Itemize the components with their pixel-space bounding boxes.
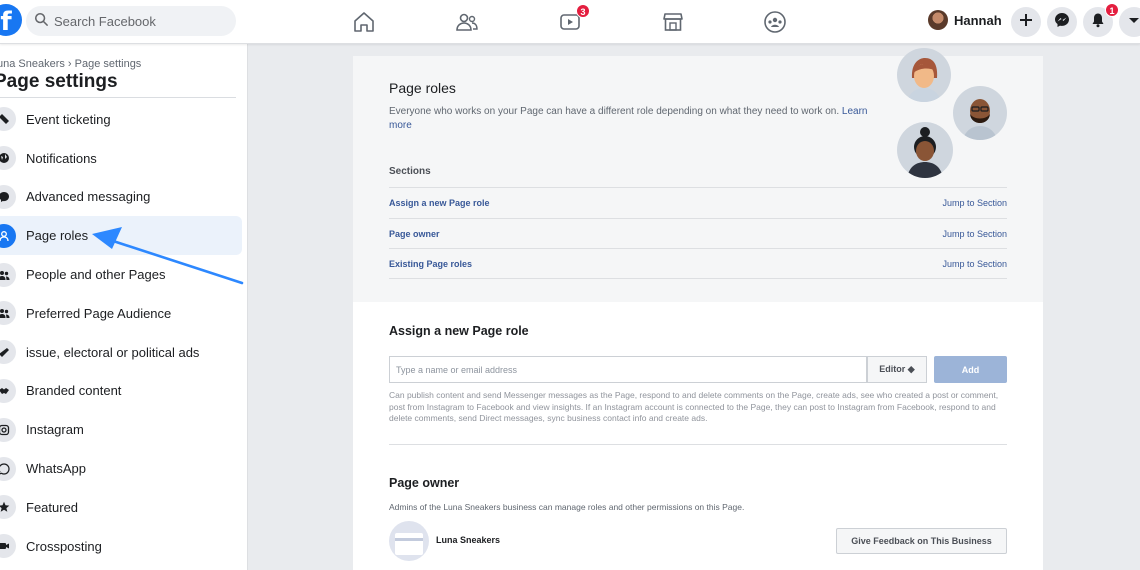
messenger-icon (1054, 12, 1070, 33)
jump-to-section-link[interactable]: Jump to Section (942, 229, 1007, 239)
annotation-arrow (92, 227, 244, 285)
whatsapp-icon (0, 456, 16, 481)
person-illustration-woman-bun (897, 122, 953, 178)
role-permissions-text: Can publish content and send Messenger m… (389, 390, 999, 423)
groups-icon[interactable] (763, 10, 787, 34)
name-or-email-input[interactable] (389, 356, 867, 383)
account-menu-button[interactable] (1119, 7, 1140, 37)
sidebar-item-label: WhatsApp (26, 461, 86, 477)
create-button[interactable] (1011, 7, 1041, 37)
section-divider (389, 444, 1007, 445)
section-link-row: Assign a new Page role Jump to Section (389, 187, 1007, 218)
video-icon (0, 534, 16, 559)
ticket-icon (0, 107, 16, 132)
page-owner-description: Admins of the Luna Sneakers business can… (389, 502, 745, 512)
page-owner-heading: Page owner (389, 476, 460, 490)
sidebar-item-label: Preferred Page Audience (26, 305, 172, 321)
give-feedback-button[interactable]: Give Feedback on This Business (836, 528, 1007, 554)
star-icon (0, 495, 16, 520)
people-icon (0, 262, 16, 287)
sidebar-item-label: Advanced messaging (26, 189, 151, 205)
sidebar-item-notifications[interactable]: Notifications (0, 139, 248, 178)
avatar (928, 10, 948, 30)
notifications-badge: 1 (1105, 3, 1119, 17)
section-link-page-owner[interactable]: Page owner (389, 229, 440, 239)
search-icon (34, 12, 48, 31)
sidebar-item-event-ticketing[interactable]: Event ticketing (0, 100, 248, 139)
marketplace-icon[interactable] (661, 10, 685, 34)
plus-icon (1018, 12, 1034, 33)
briefcase-icon (395, 533, 423, 555)
business-avatar (389, 521, 429, 561)
friends-icon[interactable] (455, 10, 479, 34)
section-title: Page roles (389, 80, 456, 96)
section-link-row: Page owner Jump to Section (389, 218, 1007, 249)
sidebar-item-featured[interactable]: Featured (0, 488, 248, 527)
assign-role-heading: Assign a new Page role (389, 324, 529, 338)
sidebar-item-whatsapp[interactable]: WhatsApp (0, 449, 248, 488)
jump-to-section-link[interactable]: Jump to Section (942, 259, 1007, 269)
sidebar-item-label: Instagram (26, 422, 84, 438)
instagram-icon (0, 417, 16, 442)
sidebar-item-label: Page roles (26, 228, 89, 244)
section-link-row: Existing Page roles Jump to Section (389, 248, 1007, 279)
sidebar-item-label: issue, electoral or political ads (26, 344, 200, 360)
page-title: Page settings (0, 71, 118, 92)
megaphone-icon (0, 340, 16, 365)
sidebar-item-advanced-messaging[interactable]: Advanced messaging (0, 178, 248, 217)
facebook-logo-icon[interactable]: f (0, 4, 22, 36)
messenger-button[interactable] (1047, 7, 1077, 37)
jump-to-section-link[interactable]: Jump to Section (942, 198, 1007, 208)
section-link-existing-roles[interactable]: Existing Page roles (389, 259, 472, 269)
sidebar-item-label: Crossposting (26, 538, 102, 554)
business-name[interactable]: Luna Sneakers (436, 535, 500, 545)
profile-name: Hannah (954, 12, 1002, 28)
role-dropdown[interactable]: Editor ◆ (867, 356, 927, 383)
sections-heading: Sections (389, 166, 431, 177)
sidebar-item-label: Event ticketing (26, 111, 111, 127)
profile-shortcut[interactable]: Hannah (928, 10, 1002, 30)
bell-icon (1090, 12, 1106, 33)
sidebar-item-preferred-page-audience[interactable]: Preferred Page Audience (0, 294, 248, 333)
top-navigation-bar: f 3 Hannah 1 (0, 0, 1140, 44)
settings-sidebar: una Sneakers › Page settings Page settin… (0, 44, 248, 570)
messenger-icon (0, 184, 16, 209)
people-icon (0, 301, 16, 326)
person-illustration-woman (897, 48, 951, 102)
home-icon[interactable] (352, 10, 376, 34)
sidebar-item-crossposting[interactable]: Crossposting (0, 527, 248, 566)
person-illustration-man (953, 86, 1007, 140)
sidebar-item-branded-content[interactable]: Branded content (0, 372, 248, 411)
sidebar-item-political-ads[interactable]: issue, electoral or political ads (0, 333, 248, 372)
sidebar-item-instagram[interactable]: Instagram (0, 410, 248, 449)
breadcrumb[interactable]: una Sneakers › Page settings (0, 58, 141, 70)
caret-down-icon (1126, 12, 1140, 33)
page-roles-description: Everyone who works on your Page can have… (389, 106, 868, 131)
settings-menu: Event ticketing Notifications Advanced m… (0, 100, 248, 566)
add-button[interactable]: Add (934, 356, 1007, 383)
sections-divider (389, 278, 1007, 279)
watch-icon[interactable]: 3 (558, 4, 590, 34)
section-link-assign[interactable]: Assign a new Page role (389, 198, 490, 208)
search-box[interactable] (26, 6, 236, 36)
notifications-button[interactable]: 1 (1083, 3, 1119, 37)
sidebar-item-label: Branded content (26, 383, 122, 399)
sidebar-item-label: Featured (26, 499, 79, 515)
globe-icon (0, 146, 16, 171)
search-input[interactable] (54, 13, 224, 29)
sidebar-item-label: Notifications (26, 150, 97, 166)
watch-badge: 3 (576, 4, 590, 18)
handshake-icon (0, 378, 16, 403)
page-roles-panel: Page roles Everyone who works on your Pa… (353, 48, 1043, 570)
sidebar-divider (0, 97, 236, 98)
person-icon (0, 223, 16, 248)
